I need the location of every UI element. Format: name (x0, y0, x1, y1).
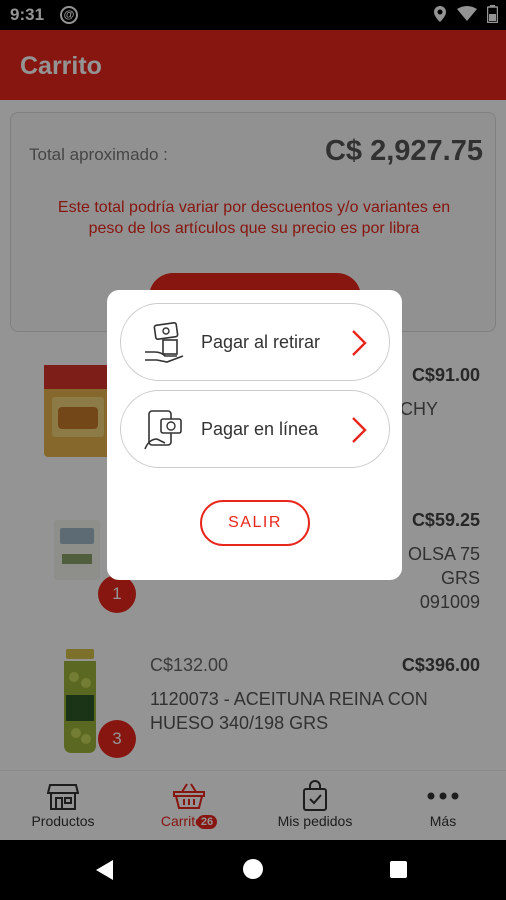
pay-on-pickup-option[interactable]: Pagar al retirar (120, 303, 390, 381)
pay-online-label: Pagar en línea (201, 419, 319, 439)
home-icon[interactable] (243, 859, 263, 879)
exit-button[interactable]: SALIR (200, 500, 310, 546)
cash-hand-icon (145, 322, 184, 363)
system-navigation-bar (0, 840, 506, 900)
recent-apps-icon[interactable] (390, 861, 407, 878)
pay-online-option[interactable]: Pagar en línea (120, 390, 390, 468)
payment-method-dialog: Pagar al retirar Pagar en línea SALIR (107, 290, 402, 580)
chevron-right-icon (352, 330, 367, 356)
back-icon[interactable] (96, 860, 113, 880)
phone-card-icon (144, 410, 182, 450)
chevron-right-icon (352, 417, 367, 443)
pay-on-pickup-label: Pagar al retirar (201, 332, 321, 352)
